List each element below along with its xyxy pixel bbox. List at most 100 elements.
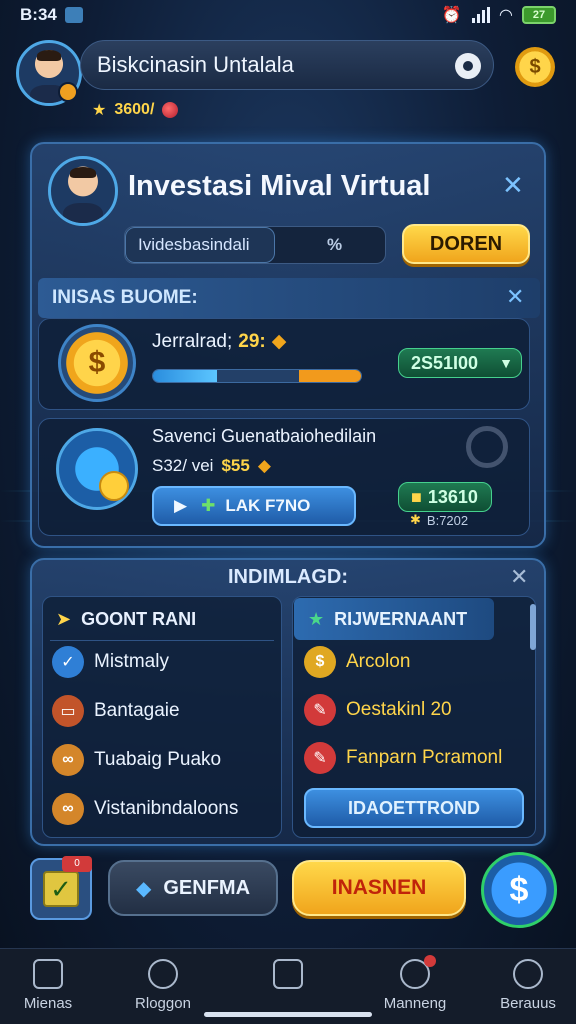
- income-amount-pill[interactable]: 2S51I00 ▼: [398, 348, 522, 378]
- play-icon: ▶: [174, 496, 188, 515]
- nav-item[interactable]: Manneng: [370, 955, 460, 1012]
- send-icon: ◆: [135, 877, 152, 900]
- nav-item[interactable]: Berauus: [483, 959, 573, 1012]
- ticket-icon: ■: [411, 486, 422, 507]
- close-lists-icon[interactable]: ✕: [510, 566, 528, 588]
- panel-avatar: [48, 156, 118, 226]
- left-list-header: ➤ GOONT RANI: [42, 598, 196, 640]
- savings-title: Savenci Guenatbaiohedilain: [152, 426, 377, 446]
- gem-icon: [162, 102, 179, 118]
- close-section-icon[interactable]: ✕: [506, 286, 524, 308]
- list-item[interactable]: ✓ Mistmaly: [52, 646, 169, 678]
- coin-icon: $: [304, 646, 336, 678]
- star-green-icon: ★: [308, 608, 325, 629]
- list-item[interactable]: ∞ Vistanibndaloons: [52, 793, 238, 825]
- section-title: INISAS BUOME:: [52, 287, 198, 308]
- investment-input[interactable]: Ividesbasindali: [125, 227, 275, 263]
- gear-coin-icon: $: [58, 324, 136, 402]
- wifi-icon: ◠: [499, 7, 512, 24]
- section-header: INISAS BUOME:: [38, 278, 540, 318]
- profile-icon: [513, 959, 543, 989]
- link-icon: ∞: [52, 793, 84, 825]
- list-item-label: Arcolon: [346, 651, 411, 672]
- list-item[interactable]: ✎ Fanparn Pcramonl: [304, 742, 502, 774]
- primary-button[interactable]: INASNEN: [292, 860, 466, 916]
- list-item[interactable]: $ Arcolon: [304, 646, 410, 678]
- percent-label: %: [327, 235, 343, 254]
- home-icon: [33, 959, 63, 989]
- open-button[interactable]: DOREN: [402, 224, 530, 264]
- notification-badge: 0: [62, 856, 92, 872]
- nav-label: Manneng: [383, 995, 447, 1012]
- shield-icon: [56, 428, 138, 510]
- savings-price-value: $55: [221, 456, 250, 475]
- nav-item[interactable]: [243, 959, 333, 995]
- pencil-icon: ✎: [304, 742, 336, 774]
- panel-title: Investasi Mival Virtual: [128, 170, 431, 202]
- globe-icon: [148, 959, 178, 989]
- status-bar: B:34 ⏰ ◠ 27: [0, 0, 576, 30]
- notification-icon: [64, 7, 83, 23]
- savings-badge-sub-row: ✱ B:7202: [410, 512, 468, 528]
- star-icon: ★: [92, 102, 107, 119]
- savings-action-label: LAK F7NO: [225, 496, 311, 515]
- check-icon: ✓: [52, 646, 84, 678]
- progress-marker: [298, 370, 361, 382]
- refresh-icon: [400, 955, 436, 989]
- signal-icon: [471, 7, 490, 23]
- notification-dot-icon: [424, 955, 436, 967]
- list-item-label: Fanparn Pcramonl: [346, 747, 503, 768]
- star-small-icon: ✱: [410, 512, 421, 527]
- right-list-title: RIJWERNAANT: [334, 608, 468, 629]
- income-progress: [152, 369, 362, 383]
- nav-label: Rloggon: [135, 995, 191, 1012]
- alarm-icon: ⏰: [441, 7, 462, 24]
- income-label: Jerralrad;: [152, 330, 233, 352]
- level-badge-icon: [58, 82, 78, 102]
- status-time: B:34: [20, 5, 57, 24]
- coin-small-icon: ◆: [257, 456, 271, 475]
- list-item-label: Mistmaly: [94, 651, 169, 672]
- profile-name-bar[interactable]: Biskcinasin Untalala: [80, 40, 494, 90]
- profile-name: Biskcinasin Untalala: [97, 52, 294, 77]
- list-item[interactable]: ✎ Oestakinl 20: [304, 694, 452, 726]
- investment-field[interactable]: Ividesbasindali %: [124, 226, 386, 264]
- divider: [50, 640, 274, 641]
- gear-icon: [466, 426, 508, 468]
- dollar-button[interactable]: $: [481, 852, 557, 928]
- battery-icon: 27: [522, 6, 556, 24]
- savings-price-prefix: S32/ vei: [152, 456, 214, 475]
- close-icon[interactable]: ✕: [502, 172, 524, 198]
- nav-item[interactable]: Mienas: [3, 959, 93, 1012]
- chevron-down-icon: ▼: [499, 355, 513, 371]
- lists-title: INDIMLAGD:: [228, 566, 348, 588]
- income-label-row: Jerralrad; 29: ◆: [152, 330, 286, 353]
- home-indicator[interactable]: [204, 1012, 372, 1017]
- list-item-label: Vistanibndaloons: [94, 798, 239, 819]
- savings-badge-sub: B:7202: [426, 512, 469, 528]
- list-item-label: Oestakinl 20: [346, 699, 452, 720]
- income-amount: 2S51I00: [411, 352, 479, 373]
- card-icon: ▭: [52, 695, 84, 727]
- scrollbar[interactable]: [530, 604, 536, 650]
- savings-action-button[interactable]: ▶ ✚ LAK F7NO: [152, 486, 356, 526]
- list-item[interactable]: ∞ Tuabaig Puako: [52, 744, 221, 776]
- nav-item[interactable]: Rloggon: [118, 959, 208, 1012]
- coin-small-icon: ◆: [271, 331, 287, 352]
- checkmark-icon: ✓: [43, 871, 79, 907]
- secondary-button[interactable]: ◆ GENFMA: [108, 860, 278, 916]
- link-icon: ∞: [52, 744, 84, 776]
- right-list-button[interactable]: IDAOETTROND: [304, 788, 524, 828]
- list-item[interactable]: ▭ Bantagaie: [52, 695, 180, 727]
- left-list-title: GOONT RANI: [81, 608, 197, 629]
- pencil-icon: ✎: [304, 694, 336, 726]
- coin-icon[interactable]: $: [515, 47, 555, 87]
- nav-label: Mienas: [23, 995, 73, 1012]
- puzzle-icon: ✚: [201, 496, 216, 515]
- savings-badge[interactable]: ■ 13610: [398, 482, 492, 512]
- nav-label: Berauus: [500, 995, 556, 1012]
- savings-price-row: S32/ vei $55 ◆: [152, 456, 271, 476]
- secondary-label: GENFMA: [163, 876, 251, 899]
- eye-icon[interactable]: [455, 53, 481, 79]
- right-list-button-label: IDAOETTROND: [348, 797, 480, 818]
